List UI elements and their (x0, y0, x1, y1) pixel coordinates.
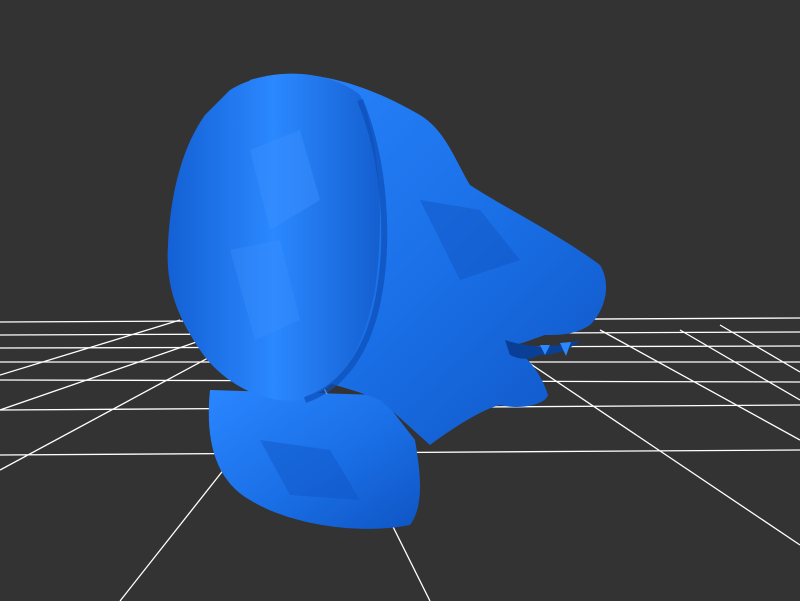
grid-line (679, 329, 800, 401)
3d-viewport[interactable] (0, 0, 800, 601)
scene-canvas[interactable] (0, 0, 800, 601)
lion-head-mesh[interactable] (167, 73, 607, 529)
mane-shape (167, 73, 380, 401)
